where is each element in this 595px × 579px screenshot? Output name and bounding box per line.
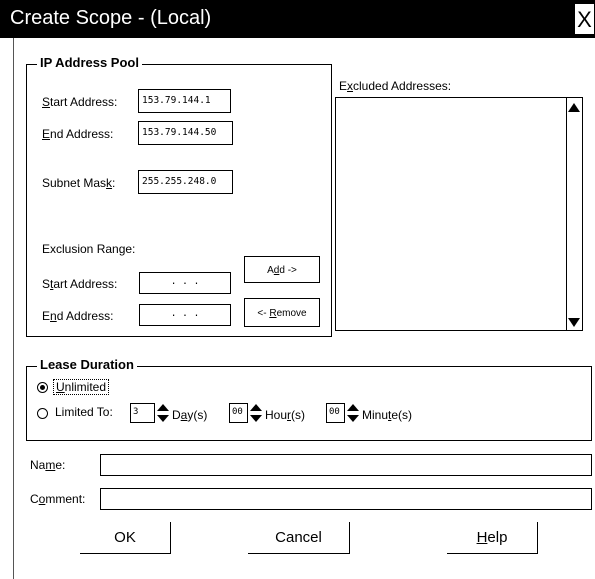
- end-address-hotkey: E: [42, 127, 51, 141]
- days-input[interactable]: 3: [130, 403, 155, 423]
- exclusion-end-input[interactable]: . . .: [139, 304, 231, 326]
- exclusion-start-label-rest: art Address:: [53, 277, 118, 291]
- name-label-rest: e:: [55, 458, 66, 472]
- help-hotkey: H: [476, 529, 488, 546]
- end-address-input[interactable]: 153.79.144.50: [138, 121, 233, 145]
- start-address-hotkey: S: [42, 95, 51, 109]
- list-scrollbar[interactable]: [566, 98, 582, 330]
- excluded-addresses-pre: E: [339, 79, 348, 93]
- exclusion-start-label-pre: S: [42, 277, 51, 291]
- days-label-rest: y(s): [187, 408, 208, 422]
- excluded-addresses-rest: cluded Addresses:: [353, 79, 452, 93]
- minutes-input[interactable]: 00: [326, 403, 345, 423]
- start-address-input[interactable]: 153.79.144.1: [138, 89, 231, 113]
- exclusion-end-hotkey: n: [50, 309, 57, 323]
- unlimited-radio[interactable]: [37, 382, 48, 393]
- exclusion-end-label-pre: E: [42, 309, 51, 323]
- excluded-addresses-label: Excluded Addresses:: [339, 79, 451, 93]
- unlimited-label-text: nlimited: [64, 380, 107, 394]
- scroll-down-icon[interactable]: [568, 318, 580, 327]
- comment-label: Comment:: [30, 492, 85, 506]
- name-label: Name:: [30, 458, 65, 472]
- limited-to-radio[interactable]: [37, 408, 48, 419]
- limited-to-label: Limited To:: [55, 405, 113, 419]
- remove-button-hotkey: R: [269, 308, 277, 319]
- days-spin-icon[interactable]: [156, 403, 170, 423]
- hours-input[interactable]: 00: [229, 403, 248, 423]
- subnet-mask-label-rest: :: [112, 176, 116, 190]
- subnet-mask-input[interactable]: 255.255.248.0: [138, 170, 233, 194]
- minutes-spin-icon[interactable]: [346, 403, 360, 423]
- comment-label-rest: mment:: [45, 492, 86, 506]
- subnet-mask-label-pre: Subnet Mas: [42, 176, 107, 190]
- exclusion-start-label: Start Address:: [42, 277, 117, 291]
- start-address-label: Start Address:: [42, 95, 117, 109]
- hours-label: Hour(s): [265, 408, 305, 422]
- unlimited-label[interactable]: Unlimited: [53, 379, 110, 395]
- ip-pool-legend: IP Address Pool: [37, 55, 142, 70]
- exclusion-range-label: Exclusion Range:: [42, 242, 136, 256]
- cancel-button[interactable]: Cancel: [248, 522, 350, 554]
- remove-button-rest: emove: [276, 308, 307, 319]
- help-button-rest: elp: [487, 529, 508, 546]
- add-button[interactable]: Add ->: [244, 256, 320, 283]
- days-label-pre: D: [172, 408, 181, 422]
- add-button-rest: d ->: [279, 265, 297, 276]
- lease-duration-group: [26, 366, 592, 441]
- excluded-addresses-list[interactable]: [335, 97, 583, 331]
- name-hotkey: m: [45, 458, 56, 472]
- subnet-mask-label: Subnet Mask:: [42, 176, 115, 190]
- add-button-pre: A: [267, 265, 274, 276]
- remove-button-pre: <-: [257, 308, 270, 319]
- name-input[interactable]: [100, 454, 592, 476]
- help-button[interactable]: Help: [447, 522, 538, 554]
- hours-spin-icon[interactable]: [249, 403, 263, 423]
- exclusion-start-input[interactable]: . . .: [139, 272, 231, 294]
- window-title: Create Scope - (Local): [10, 7, 212, 29]
- exclusion-end-label-rest: d Address:: [56, 309, 114, 323]
- minutes-label-rest: e(s): [391, 408, 413, 422]
- minutes-label: Minute(s): [362, 408, 412, 422]
- minutes-label-pre: Minu: [362, 408, 389, 422]
- scroll-up-icon[interactable]: [568, 103, 580, 112]
- remove-button[interactable]: <- Remove: [244, 298, 320, 327]
- exclusion-end-label: End Address:: [42, 309, 113, 323]
- lease-duration-legend: Lease Duration: [37, 357, 137, 372]
- ok-button[interactable]: OK: [80, 522, 171, 554]
- start-address-label-text: tart Address:: [50, 95, 118, 109]
- days-label: Day(s): [172, 408, 207, 422]
- hours-label-pre: Hou: [265, 408, 288, 422]
- end-address-label-text: nd Address:: [50, 127, 114, 141]
- comment-input[interactable]: [100, 488, 592, 510]
- name-label-pre: Na: [30, 458, 46, 472]
- comment-label-pre: C: [30, 492, 39, 506]
- close-button[interactable]: X: [574, 3, 595, 35]
- unlimited-hotkey: U: [56, 380, 65, 394]
- hours-label-rest: (s): [291, 408, 306, 422]
- end-address-label: End Address:: [42, 127, 113, 141]
- radio-selected-dot: [40, 385, 45, 390]
